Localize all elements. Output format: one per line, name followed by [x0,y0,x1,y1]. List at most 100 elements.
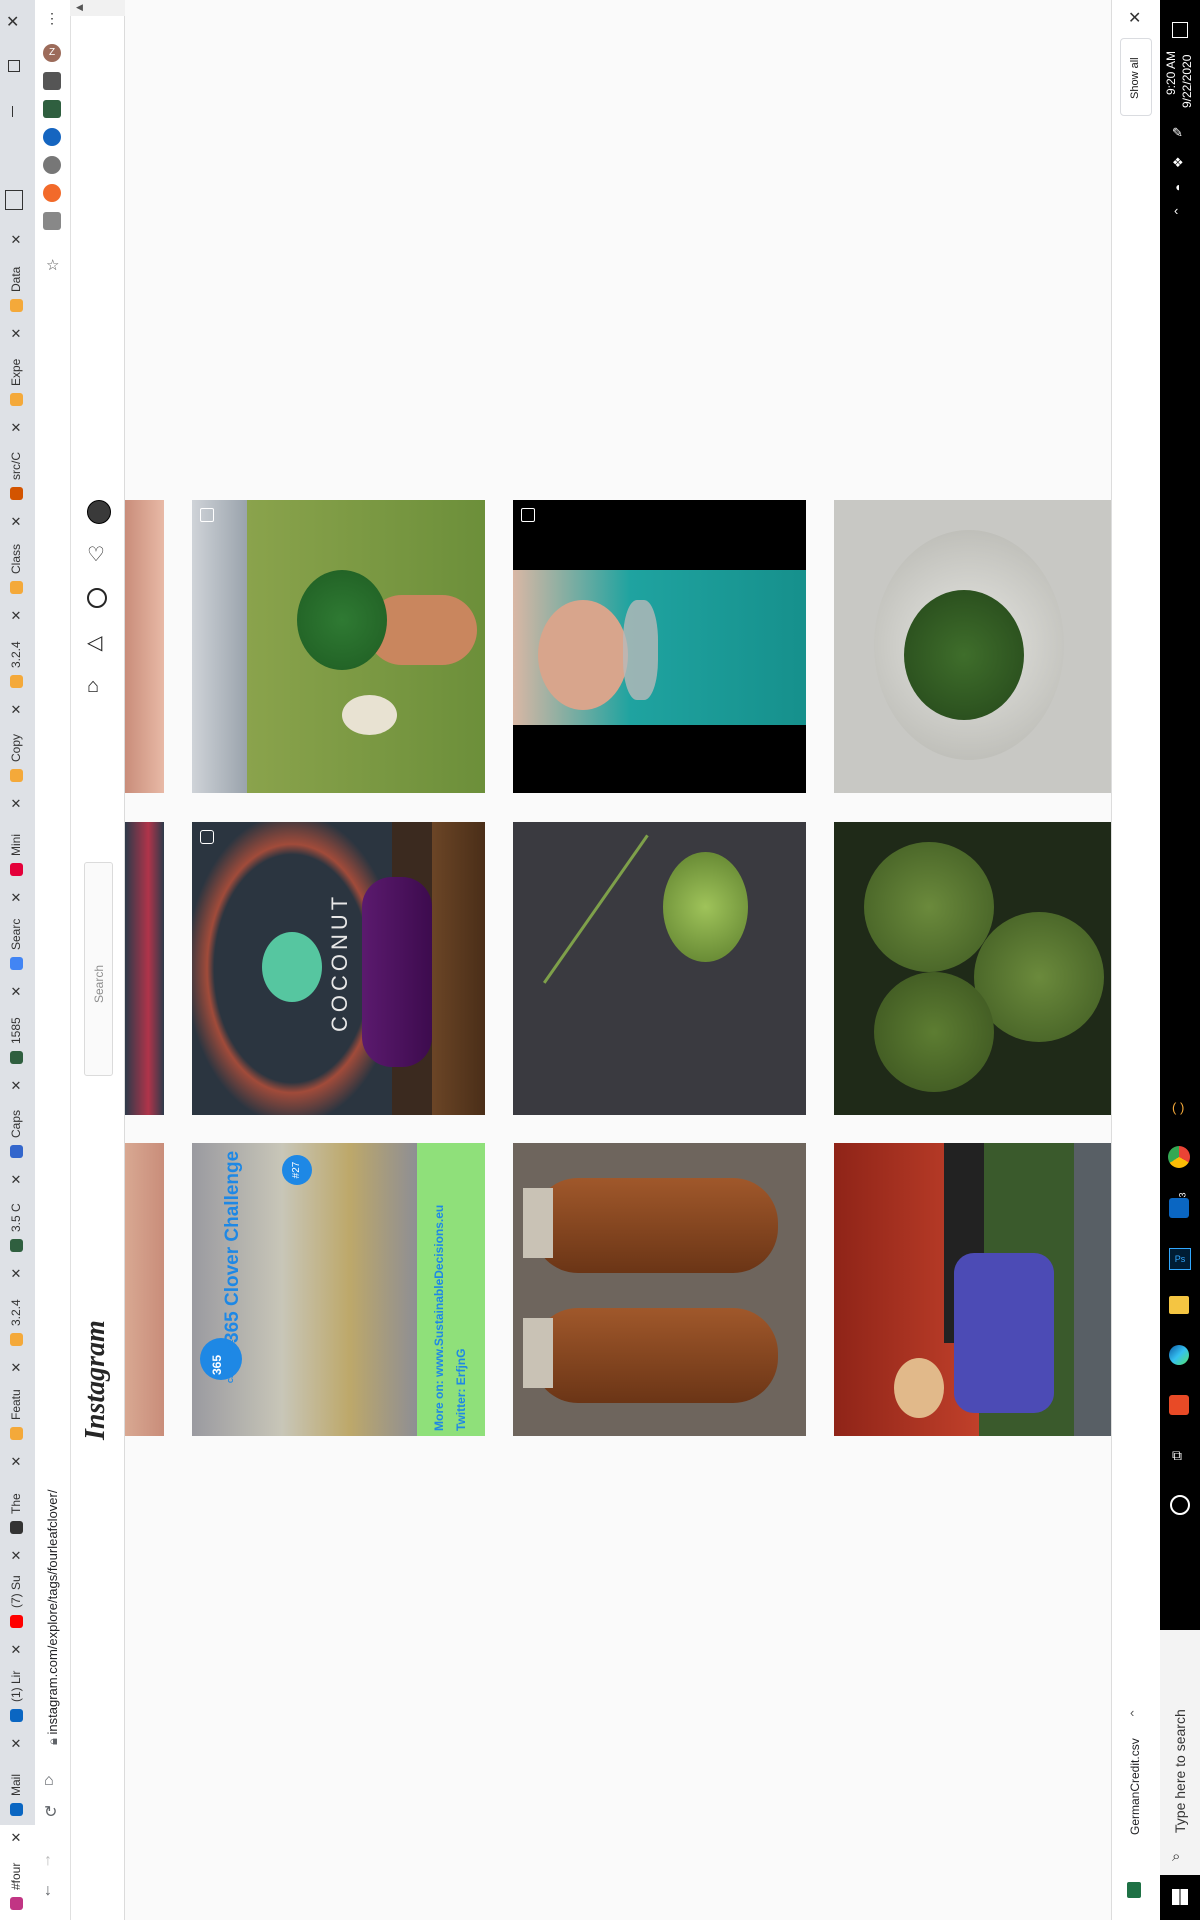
bookmark-star-icon[interactable]: ☆ [46,256,59,274]
tab-close-icon[interactable]: ✕ [5,1737,27,1751]
volume-icon[interactable]: ◖ [1174,180,1181,194]
dropbox-icon[interactable]: ❖ [1172,155,1184,171]
tab-close-icon[interactable]: ✕ [5,891,27,905]
tab-close-icon[interactable]: ✕ [5,515,27,529]
menu-icon[interactable]: ⋮ [45,10,59,27]
tab-item[interactable]: Copy ✕ [0,697,35,791]
post-thumbnail[interactable] [192,500,485,793]
tab-search-icon[interactable] [5,190,23,210]
tab-item[interactable]: Mini ✕ [0,791,35,885]
post-thumbnail[interactable] [834,500,1111,793]
activity-heart-icon[interactable]: ♡ [87,542,105,567]
cortana-icon[interactable] [1170,1495,1190,1515]
instagram-logo[interactable]: Instagram [80,1320,112,1440]
post-thumbnail[interactable] [125,822,164,1115]
tab-close-icon[interactable]: ✕ [5,1267,27,1281]
tab-item[interactable]: 3.2.4 ✕ [0,603,35,697]
pen-icon[interactable]: ✎ [1172,125,1183,141]
tab-item[interactable]: src/C ✕ [0,415,35,509]
tab-item[interactable]: Featu ✕ [0,1355,35,1449]
close-downloads-icon[interactable]: ✕ [1128,8,1141,28]
tab-item[interactable]: Class ✕ [0,509,35,603]
extension-icon[interactable] [43,156,61,174]
reload-icon[interactable]: ↻ [44,1802,57,1822]
explore-compass-icon[interactable] [87,588,107,608]
tab-item[interactable]: (1) Lir ✕ [0,1637,35,1731]
post-thumbnail[interactable] [125,1143,164,1436]
tab-close-icon[interactable]: ✕ [5,797,27,811]
post-thumbnail[interactable] [834,1143,1111,1436]
download-item[interactable]: ‹ GermanCredit.csv [1112,1690,1160,1920]
chevron-up-icon[interactable]: ‹ [1130,1705,1134,1720]
tab-item[interactable]: Caps ✕ [0,1073,35,1167]
post-thumbnail[interactable] [513,1143,806,1436]
tab-close-icon[interactable]: ✕ [5,1173,27,1187]
tab-item[interactable]: #four ✕ [0,1825,35,1920]
tab-item[interactable]: 3.5 C ✕ [0,1167,35,1261]
tab-item[interactable]: Data ✕ [0,227,35,321]
tab-item[interactable]: (7) Su ✕ [0,1543,35,1637]
chrome-icon[interactable] [1168,1146,1190,1168]
minimize-window-icon[interactable] [12,106,13,117]
tab-close-icon[interactable]: ✕ [5,609,27,623]
tab-item[interactable]: The ✕ [0,1449,35,1543]
forward-icon[interactable]: ↑ [44,1852,52,1870]
tab-close-icon[interactable]: ✕ [5,1549,27,1563]
file-explorer-icon[interactable] [1169,1296,1189,1314]
tab-close-icon[interactable]: ✕ [5,1455,27,1469]
home-icon[interactable]: ⌂ [44,1772,54,1790]
tab-close-icon[interactable]: ✕ [5,1361,27,1375]
clock-date[interactable]: 9/22/2020 [1180,55,1194,108]
restore-window-icon[interactable] [8,60,20,72]
tab-favicon-icon [10,1521,23,1534]
post-thumbnail[interactable] [125,500,164,793]
profile-avatar[interactable]: Z [43,44,61,62]
address-bar[interactable]: 🔒︎ instagram.com/explore/tags/fourleafcl… [45,1275,61,1745]
post-thumbnail[interactable] [513,500,806,793]
start-button[interactable] [1160,1875,1200,1920]
profile-avatar[interactable] [87,500,111,524]
post-thumbnail[interactable] [834,822,1111,1115]
extension-icon[interactable] [43,128,61,146]
tab-close-icon[interactable]: ✕ [5,1079,27,1093]
tab-close-icon[interactable]: ✕ [5,703,27,717]
direct-send-icon[interactable]: ◁ [87,630,102,655]
show-hidden-icons[interactable]: ‹ [1174,203,1178,218]
tab-item[interactable]: 3.2.4 ✕ [0,1261,35,1355]
task-view-icon[interactable]: ⧉ [1172,1447,1182,1464]
post-thumbnail[interactable] [513,822,806,1115]
outlook-icon[interactable] [1169,1198,1189,1218]
tab-favicon-icon [10,393,23,406]
post-thumbnail[interactable]: COCONUT [192,822,485,1115]
tab-item[interactable]: Mail ✕ [0,1731,35,1825]
caption-site: More on: www.SustainableDecisions.eu [432,1204,446,1431]
edge-icon[interactable] [1169,1345,1189,1365]
tab-close-icon[interactable]: ✕ [5,233,27,247]
scroll-left-icon[interactable]: ◀ [76,2,83,13]
tab-close-icon[interactable]: ✕ [5,1831,27,1845]
tab-item[interactable]: Searc ✕ [0,885,35,979]
tab-close-icon[interactable]: ✕ [5,1643,27,1657]
show-all-button[interactable]: Show all [1120,38,1152,116]
extension-icon[interactable] [43,100,61,118]
back-icon[interactable]: ↓ [44,1882,52,1900]
tab-close-icon[interactable]: ✕ [5,421,27,435]
tab-close-icon[interactable]: ✕ [5,985,27,999]
action-center-icon[interactable] [1172,22,1188,38]
extensions-puzzle-icon[interactable] [43,72,61,90]
close-window-icon[interactable]: ✕ [6,12,19,32]
tab-item[interactable]: 1585 ✕ [0,979,35,1073]
clock-time[interactable]: 9:20 AM [1164,51,1178,95]
explore-grid: COCONUT #27 365 CHALLENGE 365 Clover Cha… [125,0,1111,1920]
post-thumbnail[interactable]: #27 365 CHALLENGE 365 Clover Challenge M… [192,1143,485,1436]
tab-item[interactable]: Expe ✕ [0,321,35,415]
app-icon[interactable]: ( ) [1172,1100,1184,1115]
extension-icon[interactable] [43,184,61,202]
photoshop-icon[interactable]: Ps [1169,1248,1191,1270]
office-icon[interactable] [1169,1395,1189,1415]
tab-close-icon[interactable]: ✕ [5,327,27,341]
extension-icon[interactable] [43,212,61,230]
search-input[interactable]: Search [84,862,113,1076]
show-all-label: Show all [1129,57,1141,99]
home-icon[interactable]: ⌂ [87,675,99,698]
